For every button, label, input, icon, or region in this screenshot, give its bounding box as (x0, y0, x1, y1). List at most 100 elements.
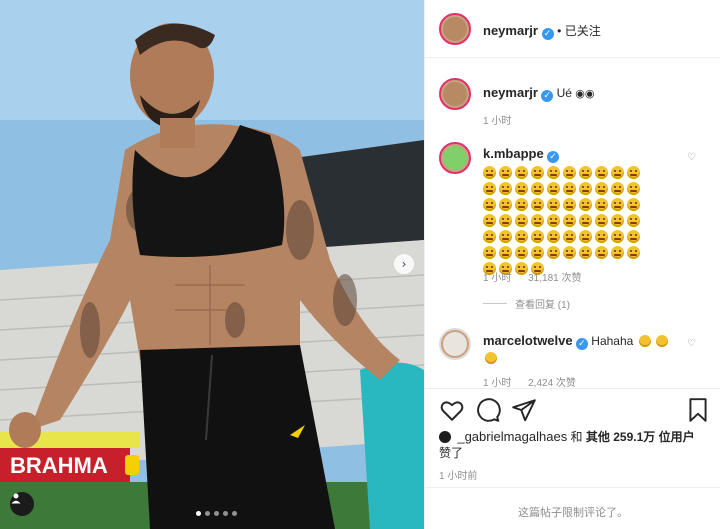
grinning-face-with-sweat-emoji-icon (563, 246, 576, 259)
grinning-face-with-sweat-emoji-icon (579, 230, 592, 243)
comment-icon[interactable] (475, 397, 501, 423)
comment-like-icon[interactable]: ♡ (687, 338, 696, 349)
comment-meta: 1 小时 31,181 次赞 (483, 269, 582, 284)
grinning-face-with-sweat-emoji-icon (515, 182, 528, 195)
comment-body: marcelotwelve ✓ Hahaha (483, 332, 683, 367)
grinning-face-with-sweat-emoji-icon (531, 246, 544, 259)
grinning-face-with-sweat-emoji-icon (531, 214, 544, 227)
liker-username[interactable]: _gabrielmagalhaes (457, 429, 567, 444)
grinning-face-with-sweat-emoji-icon (499, 230, 512, 243)
grinning-face-with-sweat-emoji-icon (611, 246, 624, 259)
laughing-emoji-icon (485, 352, 497, 364)
follow-status-button[interactable]: 已关注 (565, 24, 601, 38)
grinning-face-with-sweat-emoji-icon (483, 182, 496, 195)
grinning-face-with-sweat-emoji-icon (595, 198, 608, 211)
verified-icon: ✓ (541, 90, 554, 102)
commenter-username[interactable]: k.mbappe (483, 146, 544, 161)
carousel-next-button[interactable]: › (394, 254, 414, 274)
likes-summary: _gabrielmagalhaes 和 其他 259.1万 位用户 赞了 (439, 429, 709, 461)
grinning-face-with-sweat-emoji-icon (515, 246, 528, 259)
view-replies-label: 查看回复 (1) (515, 300, 570, 311)
send-icon[interactable] (511, 397, 537, 423)
carousel-indicator (196, 511, 237, 516)
author-avatar[interactable] (439, 78, 471, 110)
grinning-face-with-sweat-emoji-icon (547, 166, 560, 179)
grinning-face-with-sweat-emoji-icon (627, 230, 640, 243)
user-tag-button[interactable] (10, 492, 34, 516)
grinning-face-with-sweat-emoji-icon (579, 166, 592, 179)
grinning-face-with-sweat-emoji-icon (579, 246, 592, 259)
grinning-face-with-sweat-emoji-icon (547, 230, 560, 243)
grinning-face-with-sweat-emoji-icon (563, 182, 576, 195)
grinning-face-with-sweat-emoji-icon (499, 182, 512, 195)
post-side-panel: neymarjr ✓ • 已关注 neymarjr ✓ Ué ◉◉ 1 小时 k… (424, 0, 720, 529)
view-replies-button[interactable]: 查看回复 (1) (483, 296, 570, 311)
grinning-face-with-sweat-emoji-icon (499, 166, 512, 179)
grinning-face-with-sweat-emoji-icon (483, 214, 496, 227)
comment-text: Hahaha (591, 334, 634, 348)
grinning-face-with-sweat-emoji-icon (547, 246, 560, 259)
comment-meta: 1 小时 2,424 次赞 (483, 374, 576, 389)
grinning-face-with-sweat-emoji-icon (611, 198, 624, 211)
grinning-face-with-sweat-emoji-icon (483, 230, 496, 243)
post-header: neymarjr ✓ • 已关注 (425, 0, 720, 58)
grinning-face-with-sweat-emoji-icon (627, 182, 640, 195)
grinning-face-with-sweat-emoji-icon (595, 246, 608, 259)
grinning-face-with-sweat-emoji-icon (595, 166, 608, 179)
grinning-face-with-sweat-emoji-icon (595, 214, 608, 227)
grinning-face-with-sweat-emoji-icon (531, 182, 544, 195)
grinning-face-with-sweat-emoji-icon (531, 198, 544, 211)
likes-others-link[interactable]: 其他 259.1万 位用户 (586, 430, 695, 444)
emoji-grid (483, 166, 683, 275)
author-username[interactable]: neymarjr (483, 23, 538, 38)
carousel-dot (196, 511, 201, 516)
grinning-face-with-sweat-emoji-icon (483, 246, 496, 259)
commenter-avatar[interactable] (439, 328, 471, 360)
grinning-face-with-sweat-emoji-icon (579, 182, 592, 195)
likes-suffix: 赞了 (439, 446, 464, 460)
grinning-face-with-sweat-emoji-icon (595, 182, 608, 195)
grinning-face-with-sweat-emoji-icon (563, 214, 576, 227)
verified-icon: ✓ (575, 338, 588, 350)
bookmark-icon[interactable] (685, 397, 711, 423)
grinning-face-with-sweat-emoji-icon (579, 214, 592, 227)
grinning-face-with-sweat-emoji-icon (547, 214, 560, 227)
eyes-emoji-icon: ◉◉ (575, 87, 595, 100)
grinning-face-with-sweat-emoji-icon (627, 166, 640, 179)
grinning-face-with-sweat-emoji-icon (595, 230, 608, 243)
comment-time[interactable]: 1 小时 (483, 273, 511, 284)
grinning-face-with-sweat-emoji-icon (547, 198, 560, 211)
comment-likes[interactable]: 31,181 次赞 (528, 273, 581, 284)
grinning-face-with-sweat-emoji-icon (579, 198, 592, 211)
grinning-face-with-sweat-emoji-icon (627, 246, 640, 259)
grinning-face-with-sweat-emoji-icon (515, 166, 528, 179)
grinning-face-with-sweat-emoji-icon (611, 230, 624, 243)
carousel-dot (232, 511, 237, 516)
heart-icon[interactable] (439, 397, 465, 423)
grinning-face-with-sweat-emoji-icon (499, 246, 512, 259)
grinning-face-with-sweat-emoji-icon (483, 198, 496, 211)
author-avatar[interactable] (439, 13, 471, 45)
grinning-face-with-sweat-emoji-icon (499, 198, 512, 211)
grinning-face-with-sweat-emoji-icon (515, 214, 528, 227)
grinning-face-with-sweat-emoji-icon (611, 214, 624, 227)
liker-avatar[interactable] (439, 431, 451, 443)
commenter-avatar[interactable] (439, 142, 471, 174)
comment-like-icon[interactable]: ♡ (687, 152, 696, 163)
post-timestamp[interactable]: 1 小时前 (439, 467, 477, 482)
commenter-username[interactable]: marcelotwelve (483, 333, 573, 348)
carousel-dot (205, 511, 210, 516)
comment-item: k.mbappe ✓ ♡ 1 小时 31,181 次赞 (425, 140, 720, 290)
person-icon (11, 493, 21, 504)
grinning-face-with-sweat-emoji-icon (531, 230, 544, 243)
laughing-emoji-icon (638, 335, 651, 347)
grinning-face-with-sweat-emoji-icon (531, 166, 544, 179)
carousel-dot (214, 511, 219, 516)
post-actions-section: _gabrielmagalhaes 和 其他 259.1万 位用户 赞了 1 小… (425, 388, 720, 529)
grinning-face-with-sweat-emoji-icon (627, 214, 640, 227)
caption-username[interactable]: neymarjr (483, 85, 538, 100)
svg-text:BRAHMA: BRAHMA (10, 453, 108, 478)
post-image: BRAHMA (0, 0, 424, 529)
grinning-face-with-sweat-emoji-icon (483, 166, 496, 179)
verified-icon: ✓ (547, 151, 560, 163)
